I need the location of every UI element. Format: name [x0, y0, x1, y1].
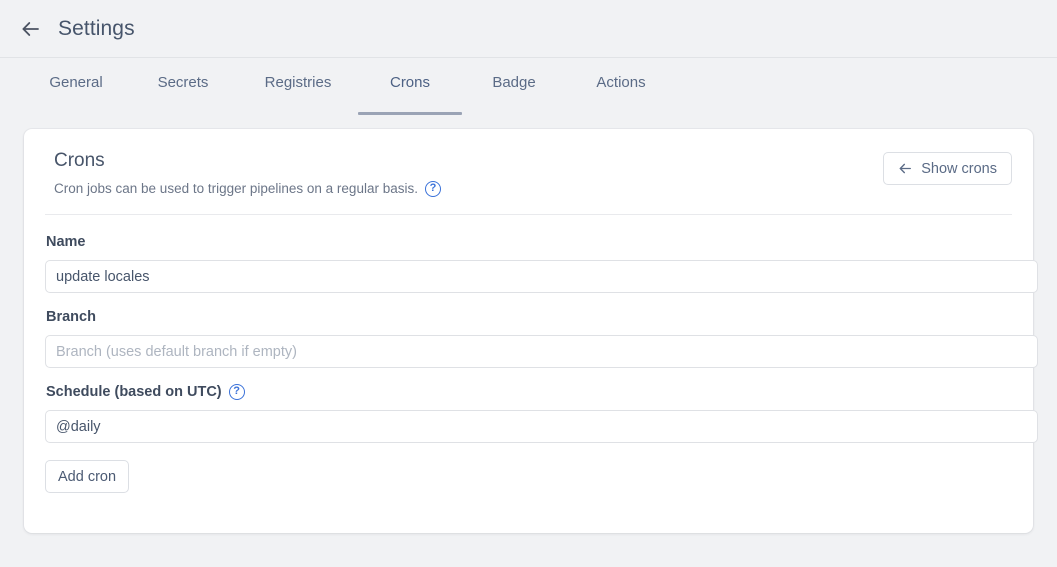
- settings-tabs: General Secrets Registries Crons Badge A…: [0, 58, 1057, 129]
- tab-actions-label: Actions: [596, 74, 645, 91]
- add-cron-button[interactable]: Add cron: [45, 460, 129, 493]
- show-crons-button[interactable]: Show crons: [883, 152, 1012, 185]
- card-header: Crons Cron jobs can be used to trigger p…: [45, 129, 1012, 215]
- tab-badge[interactable]: Badge: [462, 58, 566, 129]
- field-branch: Branch: [45, 309, 1012, 368]
- tab-general-label: General: [49, 74, 102, 91]
- spacer: [45, 293, 1012, 309]
- question-circle-icon[interactable]: ?: [425, 181, 441, 197]
- tab-registries[interactable]: Registries: [238, 58, 358, 129]
- spacer: [45, 368, 1012, 384]
- tab-secrets-label: Secrets: [158, 74, 209, 91]
- field-name: Name: [45, 234, 1012, 293]
- arrow-left-icon: [20, 18, 42, 40]
- page-header: Settings: [0, 0, 1057, 58]
- field-schedule: Schedule (based on UTC) ?: [45, 384, 1012, 443]
- card-header-text: Crons Cron jobs can be used to trigger p…: [45, 149, 441, 197]
- tab-crons[interactable]: Crons: [358, 58, 462, 129]
- card-description: Cron jobs can be used to trigger pipelin…: [54, 181, 441, 197]
- tab-actions[interactable]: Actions: [566, 58, 676, 129]
- tab-general[interactable]: General: [24, 58, 128, 129]
- tab-crons-label: Crons: [390, 74, 430, 91]
- back-button[interactable]: [14, 12, 48, 46]
- name-input[interactable]: [45, 260, 1038, 293]
- arrow-left-icon: [898, 161, 913, 176]
- question-circle-icon[interactable]: ?: [229, 384, 245, 400]
- branch-label: Branch: [45, 309, 1012, 325]
- schedule-label-text: Schedule (based on UTC): [46, 384, 222, 400]
- name-label: Name: [45, 234, 1012, 250]
- page-title: Settings: [58, 17, 135, 41]
- cron-form: Name Branch Schedule (based on UTC) ? Ad…: [45, 215, 1012, 493]
- schedule-label: Schedule (based on UTC) ?: [45, 384, 1012, 400]
- show-crons-button-label: Show crons: [921, 161, 997, 177]
- tab-secrets[interactable]: Secrets: [128, 58, 238, 129]
- schedule-input[interactable]: [45, 410, 1038, 443]
- card-title: Crons: [54, 149, 441, 173]
- tab-registries-label: Registries: [265, 74, 332, 91]
- crons-card: Crons Cron jobs can be used to trigger p…: [24, 129, 1033, 533]
- branch-input[interactable]: [45, 335, 1038, 368]
- tab-badge-label: Badge: [492, 74, 535, 91]
- card-description-text: Cron jobs can be used to trigger pipelin…: [54, 181, 418, 197]
